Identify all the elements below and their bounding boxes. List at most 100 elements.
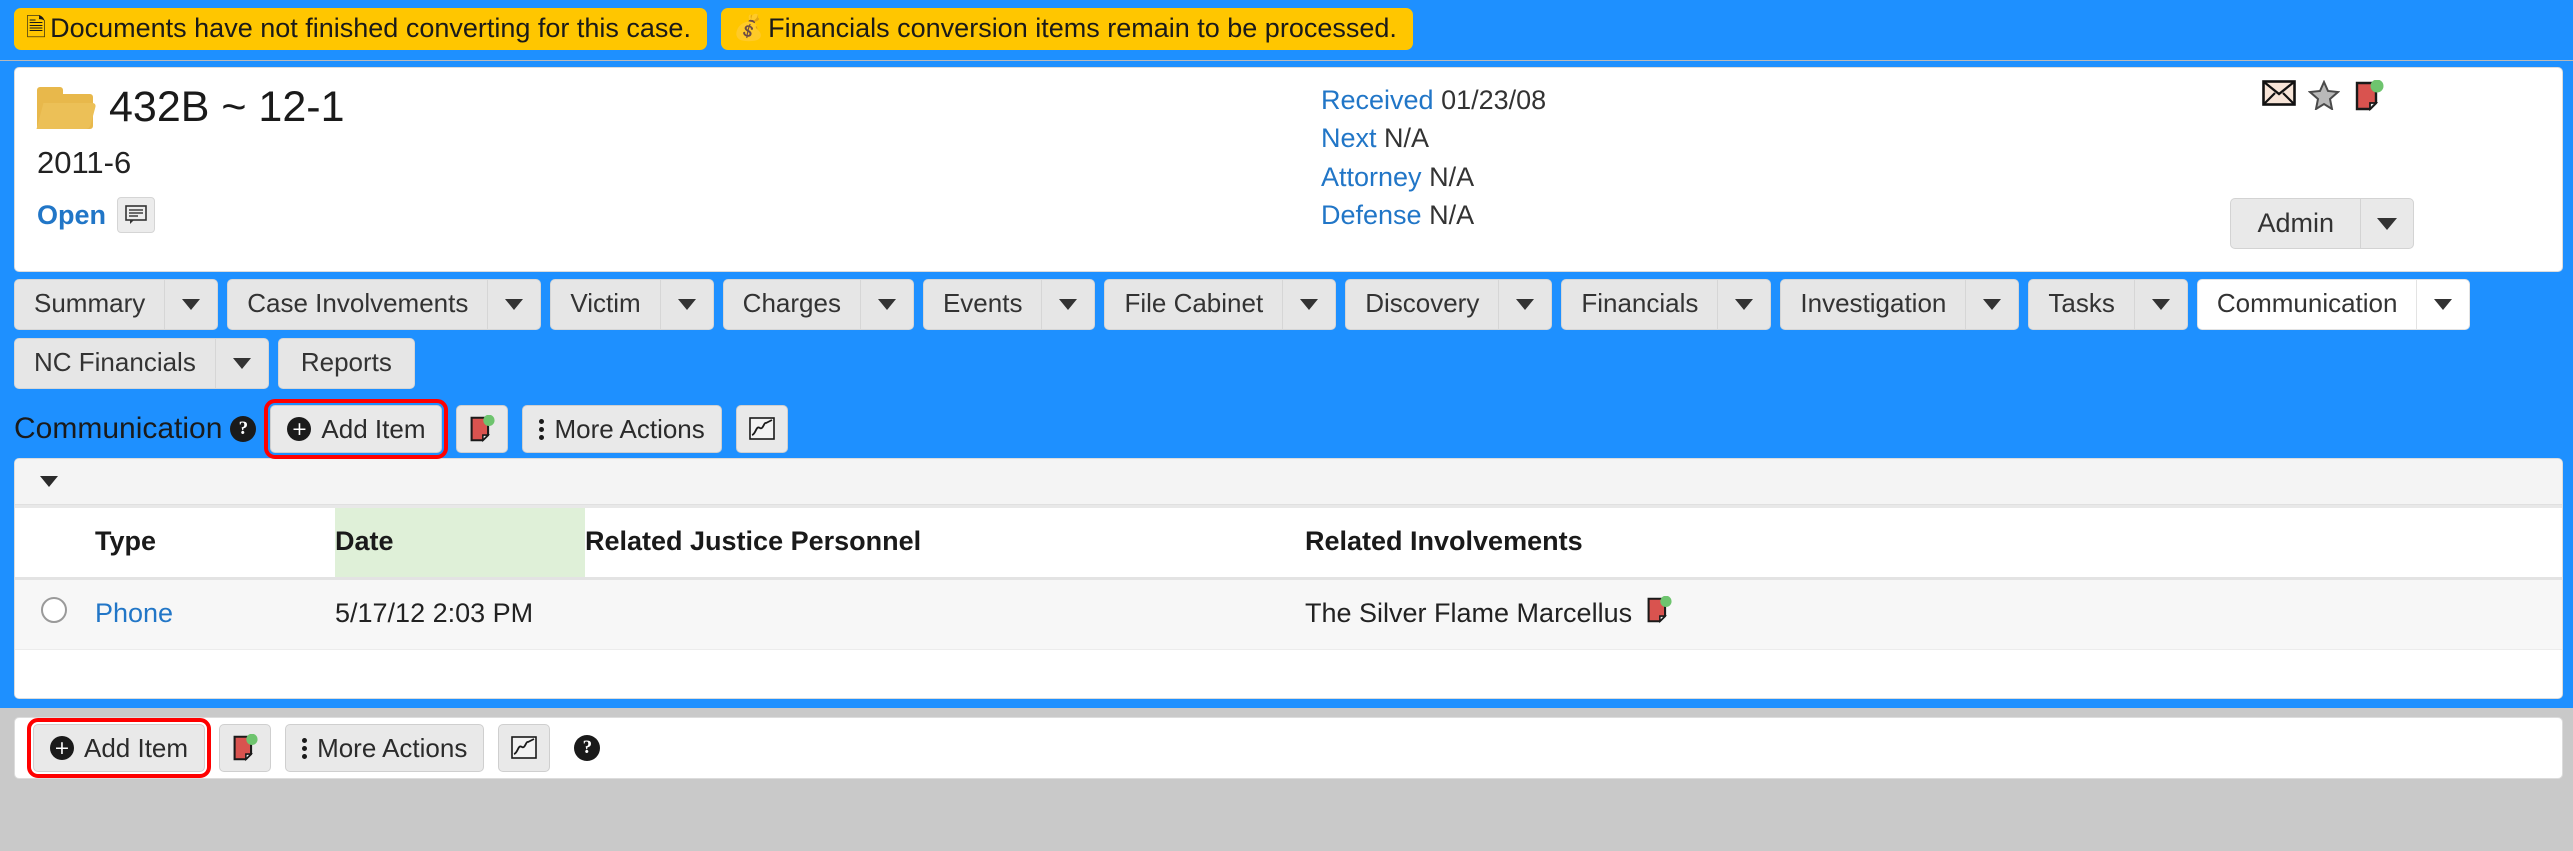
type-link[interactable]: Phone (95, 598, 173, 628)
tab-discovery[interactable]: Discovery (1345, 279, 1553, 331)
chart-icon (748, 417, 775, 441)
cell-type[interactable]: Phone (95, 578, 335, 651)
tab-dropdown-toggle[interactable] (1282, 279, 1337, 331)
tab-label[interactable]: Investigation (1780, 279, 1966, 331)
tab-dropdown-toggle[interactable] (1965, 279, 2020, 331)
tab-investigation[interactable]: Investigation (1780, 279, 2020, 331)
cell-date: 5/17/12 2:03 PM (335, 578, 585, 651)
footer-more-actions-button[interactable]: More Actions (285, 724, 485, 773)
tab-label[interactable]: Financials (1561, 279, 1718, 331)
tab-communication[interactable]: Communication (2196, 279, 2471, 331)
tab-file-cabinet[interactable]: File Cabinet (1104, 279, 1337, 331)
chart-icon (511, 736, 538, 760)
chart-icon-button[interactable] (735, 405, 788, 454)
tab-summary[interactable]: Summary (14, 279, 219, 331)
star-icon[interactable] (2308, 80, 2342, 111)
tab-dropdown-toggle[interactable] (164, 279, 219, 331)
tab-dropdown-toggle[interactable] (659, 279, 714, 331)
kebab-menu-icon (539, 418, 545, 440)
admin-dropdown-toggle[interactable] (2360, 198, 2414, 250)
red-document-icon (233, 734, 258, 762)
meta-value: N/A (1429, 161, 1475, 192)
meta-row-defense: Defense N/A (1321, 201, 1546, 229)
page-title: 432B ~ 12-1 (109, 83, 345, 132)
footer-chart-icon-button[interactable] (498, 724, 551, 773)
tab-financials[interactable]: Financials (1561, 279, 1772, 331)
money-bag-clock-icon: 💰 (732, 13, 765, 42)
more-actions-label: More Actions (554, 413, 705, 444)
tab-label[interactable]: Charges (722, 279, 860, 331)
meta-label[interactable]: Received (1321, 85, 1434, 115)
table-header: Type Date Related Justice Personnel Rela… (15, 505, 2562, 581)
case-header-region: 432B ~ 12-1 2011-6 Open Received 01/23/0… (0, 61, 2573, 273)
chevron-down-icon[interactable] (40, 476, 58, 488)
envelope-icon[interactable] (2262, 80, 2296, 110)
column-date[interactable]: Date (335, 505, 585, 581)
tab-label[interactable]: Reports (277, 338, 415, 390)
red-document-icon[interactable] (1646, 596, 1672, 631)
status-badge[interactable]: Open (37, 200, 106, 231)
column-related-justice-personnel[interactable]: Related Justice Personnel (585, 505, 1305, 581)
column-type[interactable]: Type (95, 505, 335, 581)
footer-red-document-icon-button[interactable] (219, 724, 272, 773)
tab-events[interactable]: Events (922, 279, 1096, 331)
tab-label[interactable]: Tasks (2028, 279, 2134, 331)
tab-dropdown-toggle[interactable] (2133, 279, 2188, 331)
meta-value: 01/23/08 (1441, 85, 1547, 116)
tab-dropdown-toggle[interactable] (859, 279, 914, 331)
alert-banner-strip: 🗎 Documents have not finished converting… (0, 0, 2573, 62)
meta-label[interactable]: Defense (1321, 200, 1422, 230)
table-header-row: Type Date Related Justice Personnel Rela… (15, 505, 2562, 581)
tab-charges[interactable]: Charges (722, 279, 914, 331)
row-select-cell[interactable] (15, 578, 95, 651)
navigation-tabs: Summary Case Involvements Victim Charges… (0, 272, 2573, 398)
footer-add-item-button[interactable]: + Add Item (26, 718, 212, 779)
footer-help-button[interactable]: ? (564, 725, 611, 772)
tab-dropdown-toggle[interactable] (1717, 279, 1772, 331)
tab-label[interactable]: Case Involvements (227, 279, 488, 331)
tab-row-primary: Summary Case Involvements Victim Charges… (14, 279, 2563, 331)
plus-icon: + (287, 417, 312, 442)
case-title-row: 432B ~ 12-1 (36, 83, 345, 132)
tab-dropdown-toggle[interactable] (2416, 279, 2471, 331)
tab-label[interactable]: Summary (14, 279, 165, 331)
tab-dropdown-toggle[interactable] (487, 279, 542, 331)
tab-nc-financials[interactable]: NC Financials (14, 338, 269, 390)
red-document-icon[interactable] (2354, 80, 2388, 112)
table-row[interactable]: Phone 5/17/12 2:03 PM The Silver Flame M… (15, 578, 2562, 651)
tab-label[interactable]: Victim (550, 279, 660, 331)
application-window: 🗎 Documents have not finished converting… (0, 0, 2573, 851)
tab-label[interactable]: Discovery (1345, 279, 1499, 331)
tab-dropdown-toggle[interactable] (1041, 279, 1096, 331)
panel-collapse-bar[interactable] (15, 459, 2562, 506)
column-related-involvements[interactable]: Related Involvements (1305, 505, 2562, 581)
tab-label[interactable]: Events (922, 279, 1042, 331)
tab-tasks[interactable]: Tasks (2028, 279, 2188, 331)
case-number: 2011-6 (37, 145, 132, 181)
related-involvement-text: The Silver Flame Marcellus (1305, 598, 1633, 629)
admin-button[interactable]: Admin (2230, 198, 2360, 250)
tab-label[interactable]: NC Financials (14, 338, 215, 390)
add-item-label: Add Item (84, 732, 189, 763)
more-actions-label: More Actions (317, 732, 468, 763)
chevron-down-icon (677, 299, 696, 311)
meta-label[interactable]: Next (1321, 123, 1377, 153)
red-document-icon-button[interactable] (456, 405, 509, 454)
tab-label[interactable]: File Cabinet (1104, 279, 1283, 331)
tab-reports[interactable]: Reports (277, 338, 415, 390)
meta-label[interactable]: Attorney (1321, 162, 1422, 192)
note-icon[interactable] (117, 197, 156, 234)
tab-case-involvements[interactable]: Case Involvements (227, 279, 542, 331)
plus-icon: + (50, 736, 74, 761)
help-icon[interactable]: ? (230, 416, 257, 443)
tab-dropdown-toggle[interactable] (1498, 279, 1553, 331)
tab-dropdown-toggle[interactable] (214, 338, 269, 390)
communication-section: Communication ? + Add Item More Actions (0, 397, 2573, 709)
tab-victim[interactable]: Victim (550, 279, 714, 331)
alert-documents-converting: 🗎 Documents have not finished converting… (14, 8, 707, 51)
row-radio-button[interactable] (41, 597, 67, 624)
tab-label[interactable]: Communication (2196, 279, 2417, 331)
more-actions-button[interactable]: More Actions (522, 405, 722, 454)
add-item-button[interactable]: + Add Item (264, 399, 449, 460)
chevron-down-icon (2151, 299, 2170, 311)
